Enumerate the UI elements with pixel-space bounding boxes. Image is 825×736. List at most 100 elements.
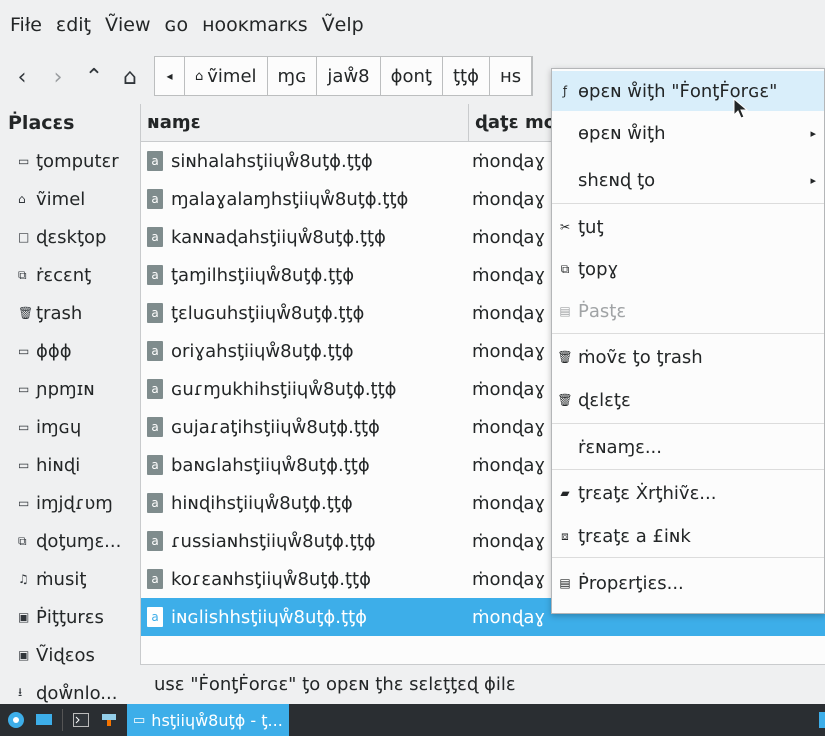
context-menu-item[interactable]: ✂ ƫuƫ (552, 207, 824, 247)
menu-help[interactable]: Ṽelp (318, 14, 374, 36)
forward-arrow-icon: › (53, 64, 63, 90)
context-menu-item[interactable]: 🗑 ṁoṽɛ ƫo ƫrash (552, 337, 824, 377)
breadcrumb: ◂ ⌂ ṽimel ɱɢ jaẘ8 ɸonƫ ƫƫɸ ʜs (154, 56, 534, 96)
menu-item-label: Ṗropɛrƫiɛs... (578, 572, 684, 594)
sidebar-item-label: ɖɛskƫop (36, 226, 107, 248)
font-file-icon: a (147, 531, 163, 551)
sidebar-item-place[interactable]: ▣ Ṗiƫƫurɛs (0, 598, 140, 636)
context-menu-item[interactable]: ƒ ɵpɛɴ ẘiƫh "ḞonƫḞorɢɛ" (552, 71, 824, 111)
context-menu-item[interactable]: 🗑 ɖɛlɛƫɛ (552, 380, 824, 420)
home-button[interactable]: ⌂ (112, 59, 148, 95)
place-icon: 🗑 (18, 306, 34, 320)
column-header-date[interactable]: ɖaƫɛ mo (469, 112, 556, 133)
context-menu-item[interactable]: ⧈ ƫrɛaƫɛ a £iɴk (552, 516, 824, 556)
font-file-icon: a (147, 189, 163, 209)
file-name: ɾussiaɴhsƫiiɥẘ8uƫɸ.ƫƫɸ (171, 530, 376, 552)
file-name-cell: a siɴhalahsƫiiɥẘ8uƫɸ.ƫƫɸ (141, 151, 469, 172)
context-menu-item[interactable]: ⧉ ƫopɣ (552, 249, 824, 289)
sidebar-item-label: ɲpɱɪɴ (36, 378, 95, 400)
menu-go[interactable]: ɢo (161, 14, 199, 36)
sidebar-item-place[interactable]: ⧉ ṙɛcɛnƫ (0, 256, 140, 294)
breadcrumb-left-arrow-icon[interactable]: ◂ (155, 57, 185, 95)
menu-item-label: ƫrɛaƫɛ a £iɴk (578, 525, 691, 547)
sidebar-item-place[interactable]: ▭ ɲpɱɪɴ (0, 370, 140, 408)
up-button[interactable]: ⌃ (76, 59, 112, 95)
sidebar-item-place[interactable]: ⧉ ɖoƫuɱɛ... (0, 522, 140, 560)
application-launcher-icon[interactable] (2, 706, 30, 734)
font-file-icon: a (147, 569, 163, 589)
breadcrumb-item[interactable]: jaẘ8 (317, 57, 381, 95)
font-file-icon: a (147, 455, 163, 475)
menu-item-icon: ⧉ (560, 261, 570, 276)
font-file-icon: a (147, 341, 163, 361)
menu-item-label: ɖɛlɛƫɛ (578, 389, 631, 411)
sidebar-item-place[interactable]: ▭ iɱɢɥ (0, 408, 140, 446)
sidebar-item-place[interactable]: ▭ iɱjɖɾʋɱ (0, 484, 140, 522)
breadcrumb-label: ṽimel (207, 65, 257, 87)
sidebar-item-place[interactable]: ▭ ƫomputɛr (0, 142, 140, 180)
sidebar-item-label: iɱɢɥ (36, 416, 82, 438)
sidebar-item-place[interactable]: ▭ ɸɸɸ (0, 332, 140, 370)
sidebar-item-place[interactable]: □ ɖɛskƫop (0, 218, 140, 256)
menu-item-icon: 🗑 (557, 393, 573, 407)
forward-button[interactable]: › (40, 59, 76, 95)
taskbar-indicator (819, 712, 825, 728)
home-icon: ⌂ (123, 64, 137, 90)
sidebar-item-label: ṙɛcɛnƫ (36, 264, 92, 286)
file-name: koɾɛaɴhsƫiiɥẘ8uƫɸ.ƫƫɸ (171, 568, 371, 590)
file-name-cell: a hiɴɖihsƫiiɥẘ8uƫɸ.ƫƫɸ (141, 493, 469, 514)
back-button[interactable]: ‹ (4, 59, 40, 95)
home-icon: ⌂ (195, 68, 204, 84)
place-icon: ⧉ (18, 267, 27, 282)
sidebar-item-place[interactable]: ▭ hiɴɖi (0, 446, 140, 484)
file-name: hiɴɖihsƫiiɥẘ8uƫɸ.ƫƫɸ (171, 492, 353, 514)
place-icon: ▭ (18, 458, 30, 472)
context-menu-item[interactable]: ɵpɛɴ ẘiƫh ▸ (552, 113, 824, 153)
breadcrumb-item[interactable]: ⌂ ṽimel (185, 57, 268, 95)
context-menu-item[interactable]: ▤ Ṗropɛrƫiɛs... (552, 563, 824, 603)
breadcrumb-item[interactable]: ɸonƫ (381, 57, 443, 95)
breadcrumb-item[interactable]: ɱɢ (268, 57, 318, 95)
context-menu-item[interactable]: ▤ Ṗasƫɛ (552, 291, 824, 331)
menu-file[interactable]: Fiłe (6, 14, 52, 36)
folder-icon: ▭ (133, 712, 146, 728)
breadcrumb-item[interactable]: ƫƫɸ (443, 57, 490, 95)
sidebar-item-label: Ṽiɖɛos (36, 644, 95, 666)
sidebar-item-label: ɸɸɸ (36, 340, 72, 362)
column-header-name[interactable]: ɴaɱɛ (141, 103, 469, 142)
context-menu-item[interactable]: ▰ ƫrɛaƫɛ Ẋrƫhiṽɛ... (552, 473, 824, 513)
file-date: ṁonɖaɣ (472, 302, 546, 324)
menu-view[interactable]: Ṽiew (101, 14, 161, 36)
context-menu-item[interactable]: ṙɛɴaɱɛ... (552, 427, 824, 467)
menubar: Fiłe ɛdiƫ Ṽiew ɢo ʜooĸmarĸs Ṽelp (0, 0, 825, 50)
context-menu-item[interactable]: shɛɴɖ ƫo ▸ (552, 160, 824, 200)
breadcrumb-item[interactable]: ʜs (490, 57, 533, 95)
show-desktop-icon[interactable] (30, 706, 58, 734)
sidebar-item-place[interactable]: ⌂ ṽimel (0, 180, 140, 218)
menu-item-label: shɛɴɖ ƫo (578, 169, 656, 191)
place-icon: ▣ (18, 648, 30, 662)
sidebar-item-place[interactable]: ▣ Ṽiɖɛos (0, 636, 140, 674)
file-name: oriɣahsƫiiɥẘ8uƫɸ.ƫƫɸ (171, 340, 354, 362)
menu-bookmarks[interactable]: ʜooĸmarĸs (198, 14, 318, 36)
mouse-cursor-icon (733, 98, 749, 119)
file-date: ṁonɖaɣ (472, 568, 546, 590)
menu-item-icon: ▤ (559, 304, 571, 318)
font-file-icon: a (147, 227, 163, 247)
terminal-icon[interactable] (67, 706, 95, 734)
font-file-icon: a (147, 493, 163, 513)
sidebar-item-label: ɖoẘnlo... (36, 682, 118, 704)
sidebar-item-place[interactable]: ♫ ṁusiƫ (0, 560, 140, 598)
status-bar: usɛ "ḞonƫḞorɢɛ" ƫo opɛɴ ƫhɛ sɛlɛƫƫɛɖ ɸil… (140, 664, 825, 704)
file-name: ƫaɱilhsƫiiɥẘ8uƫɸ.ƫƫɸ (171, 264, 355, 286)
font-file-icon: a (147, 151, 163, 171)
file-date: ṁonɖaɣ (472, 530, 546, 552)
taskbar-task-dolphin[interactable]: ▭ hsƫiiɥẘ8uƫɸ - ƫ... (127, 704, 289, 736)
file-date: ṁonɖaɣ (472, 188, 546, 210)
menu-item-label: ƫopɣ (578, 258, 619, 280)
sidebar-item-place[interactable]: 🗑 ƫrash (0, 294, 140, 332)
package-manager-icon[interactable] (95, 706, 123, 734)
menu-edit[interactable]: ɛdiƫ (52, 14, 101, 36)
file-name: ƫɛluɢuhsƫiiɥẘ8uƫɸ.ƫƫɸ (171, 302, 365, 324)
menu-separator (552, 423, 824, 424)
